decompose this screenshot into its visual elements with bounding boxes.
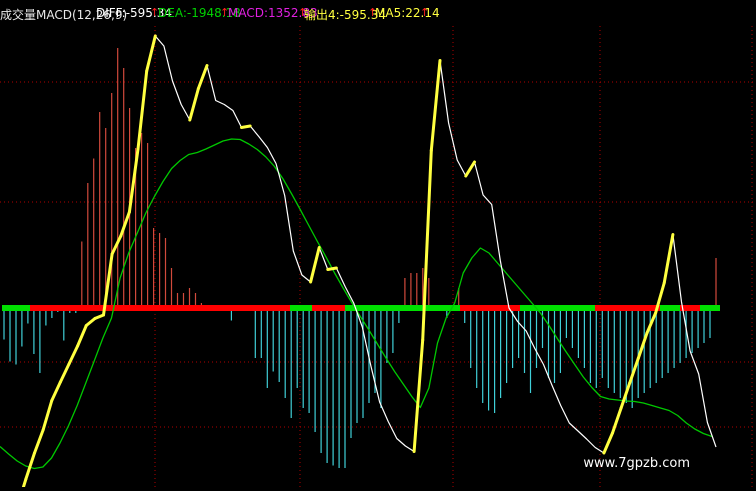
zero-axis-segment — [660, 305, 680, 311]
chart-legend: 成交量MACD(12,26,9) DIFF:-595.34 ↑ DEA:-194… — [0, 0, 756, 26]
zero-axis-segment — [520, 305, 595, 311]
diff-rising-segment — [326, 266, 338, 271]
zero-axis-segment — [2, 305, 30, 311]
zero-axis-segment — [345, 305, 460, 311]
zero-axis — [2, 305, 720, 311]
zero-axis-segment — [290, 305, 312, 311]
zero-axis-segment — [312, 305, 345, 311]
chart-canvas — [0, 0, 756, 491]
watermark: www.7gpzb.com — [583, 456, 690, 471]
chart-background — [0, 0, 756, 487]
diff-rising-segment — [240, 124, 252, 129]
legend-arrow-icon: ↑ — [420, 6, 430, 19]
legend-ma5: MA5:22.14 — [375, 6, 440, 20]
zero-axis-segment — [595, 305, 660, 311]
macd-chart: 成交量MACD(12,26,9) DIFF:-595.34 ↑ DEA:-194… — [0, 0, 756, 491]
zero-axis-segment — [700, 305, 720, 311]
zero-axis-segment — [30, 305, 290, 311]
